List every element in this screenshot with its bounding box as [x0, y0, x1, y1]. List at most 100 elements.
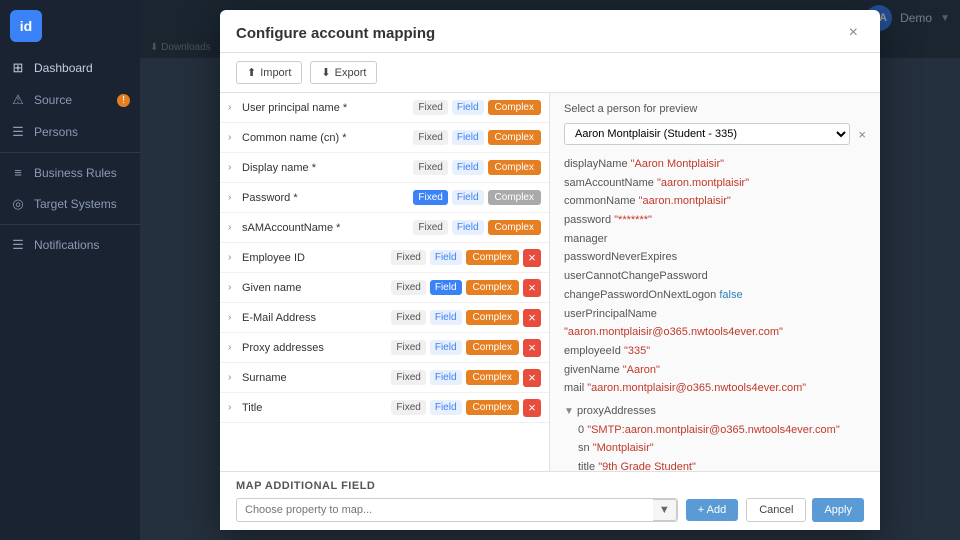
preview-value: "9th Grade Student" — [598, 461, 696, 471]
preview-row: displayName "Aaron Montplaisir" — [564, 155, 866, 174]
sidebar-item-persons[interactable]: ☰ Persons — [0, 116, 140, 148]
complex-badge[interactable]: Complex — [466, 400, 519, 415]
field-name: Surname — [242, 372, 387, 384]
row-chevron[interactable]: › — [228, 372, 238, 383]
mapping-panel: › User principal name * Fixed Field Comp… — [220, 93, 550, 471]
field-badge: Field — [452, 130, 484, 145]
modal-title: Configure account mapping — [236, 25, 435, 42]
preview-row: title "9th Grade Student" — [578, 458, 866, 471]
mapping-table: › User principal name * Fixed Field Comp… — [220, 93, 549, 471]
fixed-badge: Fixed — [391, 250, 425, 265]
dashboard-icon: ⊞ — [10, 60, 26, 76]
field-name: Proxy addresses — [242, 342, 387, 354]
field-name: Employee ID — [242, 252, 387, 264]
preview-value: "Aaron" — [623, 364, 660, 376]
delete-row-button[interactable]: × — [523, 279, 541, 297]
complex-badge[interactable]: Complex — [488, 160, 541, 175]
delete-row-button[interactable]: × — [523, 369, 541, 387]
sidebar-item-notifications[interactable]: ☰ Notifications — [0, 229, 140, 261]
table-row: › E-Mail Address Fixed Field Complex × — [220, 303, 549, 333]
fixed-badge: Fixed — [413, 190, 447, 205]
preview-row: password "*******" — [564, 211, 866, 230]
field-badge: Field — [430, 370, 462, 385]
field-badge: Field — [452, 100, 484, 115]
row-chevron[interactable]: › — [228, 222, 238, 233]
sidebar-item-label: Target Systems — [34, 197, 117, 211]
preview-row: 0 "SMTP:aaron.montplaisir@o365.nwtools4e… — [578, 421, 866, 440]
complex-badge[interactable]: Complex — [488, 100, 541, 115]
row-chevron[interactable]: › — [228, 402, 238, 413]
add-field-label: MAP ADDITIONAL FIELD — [236, 480, 864, 492]
row-chevron[interactable]: › — [228, 312, 238, 323]
sidebar-item-dashboard[interactable]: ⊞ Dashboard — [0, 52, 140, 84]
fixed-badge: Fixed — [391, 370, 425, 385]
delete-row-button[interactable]: × — [523, 249, 541, 267]
proxy-expand[interactable]: ▼ — [564, 406, 574, 417]
property-select-input[interactable] — [237, 499, 653, 521]
preview-clear-button[interactable]: × — [858, 127, 866, 142]
row-chevron[interactable]: › — [228, 102, 238, 113]
complex-badge[interactable]: Complex — [466, 280, 519, 295]
delete-row-button[interactable]: × — [523, 339, 541, 357]
property-select-arrow[interactable]: ▼ — [653, 499, 677, 521]
target-systems-icon: ◎ — [10, 196, 26, 212]
sidebar-item-label: Persons — [34, 125, 78, 139]
preview-row: manager — [564, 230, 866, 249]
sidebar-item-label: Notifications — [34, 238, 99, 252]
complex-badge[interactable]: Complex — [488, 190, 541, 205]
preview-row: sn "Montplaisir" — [578, 439, 866, 458]
preview-row: userCannotChangePassword — [564, 267, 866, 286]
sidebar-item-label: Dashboard — [34, 61, 93, 75]
sidebar-item-source[interactable]: ⚠ Source ! — [0, 84, 140, 116]
export-icon: ⬇ — [321, 66, 330, 79]
complex-badge[interactable]: Complex — [466, 310, 519, 325]
delete-row-button[interactable]: × — [523, 399, 541, 417]
import-button[interactable]: ⬆ Import — [236, 61, 302, 84]
preview-value: "aaron.montplaisir" — [639, 195, 731, 207]
field-badge: Field — [452, 190, 484, 205]
row-chevron[interactable]: › — [228, 192, 238, 203]
sidebar-item-target-systems[interactable]: ◎ Target Systems — [0, 188, 140, 220]
property-select-wrapper: ▼ — [236, 498, 678, 522]
apply-button[interactable]: Apply — [812, 498, 864, 522]
preview-row: mail "aaron.montplaisir@o365.nwtools4eve… — [564, 379, 866, 398]
proxy-indent: 0 "SMTP:aaron.montplaisir@o365.nwtools4e… — [578, 421, 866, 471]
source-badge: ! — [117, 94, 130, 107]
persons-icon: ☰ — [10, 124, 26, 140]
complex-badge[interactable]: Complex — [488, 220, 541, 235]
cancel-button[interactable]: Cancel — [746, 498, 806, 522]
row-chevron[interactable]: › — [228, 252, 238, 263]
row-chevron[interactable]: › — [228, 282, 238, 293]
preview-value: "SMTP:aaron.montplaisir@o365.nwtools4eve… — [587, 424, 840, 436]
field-name: Title — [242, 402, 387, 414]
add-field-button[interactable]: + Add — [686, 499, 738, 521]
preview-value: "aaron.montplaisir@o365.nwtools4ever.com… — [564, 326, 783, 338]
field-badge: Field — [430, 340, 462, 355]
preview-panel: Select a person for preview Aaron Montpl… — [550, 93, 880, 471]
configure-mapping-modal: Configure account mapping × ⬆ Import ⬇ E… — [220, 10, 880, 530]
sidebar: id ⊞ Dashboard ⚠ Source ! ☰ Persons ≡ Bu… — [0, 0, 140, 540]
fixed-badge: Fixed — [391, 400, 425, 415]
preview-label: Select a person for preview — [564, 103, 697, 115]
field-badge: Field — [430, 280, 462, 295]
table-row: › Title Fixed Field Complex × — [220, 393, 549, 423]
export-button[interactable]: ⬇ Export — [310, 61, 377, 84]
sidebar-item-business-rules[interactable]: ≡ Business Rules — [0, 157, 140, 188]
preview-proxy-section: ▼ proxyAddresses 0 "SMTP:aaron.montplais… — [564, 402, 866, 471]
complex-badge[interactable]: Complex — [488, 130, 541, 145]
table-row: › User principal name * Fixed Field Comp… — [220, 93, 549, 123]
delete-row-button[interactable]: × — [523, 309, 541, 327]
app-logo: id — [10, 10, 42, 42]
complex-badge[interactable]: Complex — [466, 250, 519, 265]
footer-action-buttons: Cancel Apply — [746, 498, 864, 522]
source-icon: ⚠ — [10, 92, 26, 108]
preview-person-select[interactable]: Aaron Montplaisir (Student - 335) — [564, 123, 850, 145]
row-chevron[interactable]: › — [228, 342, 238, 353]
row-chevron[interactable]: › — [228, 132, 238, 143]
row-chevron[interactable]: › — [228, 162, 238, 173]
field-badge: Field — [430, 310, 462, 325]
modal-close-button[interactable]: × — [843, 22, 864, 44]
fixed-badge: Fixed — [413, 100, 447, 115]
complex-badge[interactable]: Complex — [466, 340, 519, 355]
complex-badge[interactable]: Complex — [466, 370, 519, 385]
